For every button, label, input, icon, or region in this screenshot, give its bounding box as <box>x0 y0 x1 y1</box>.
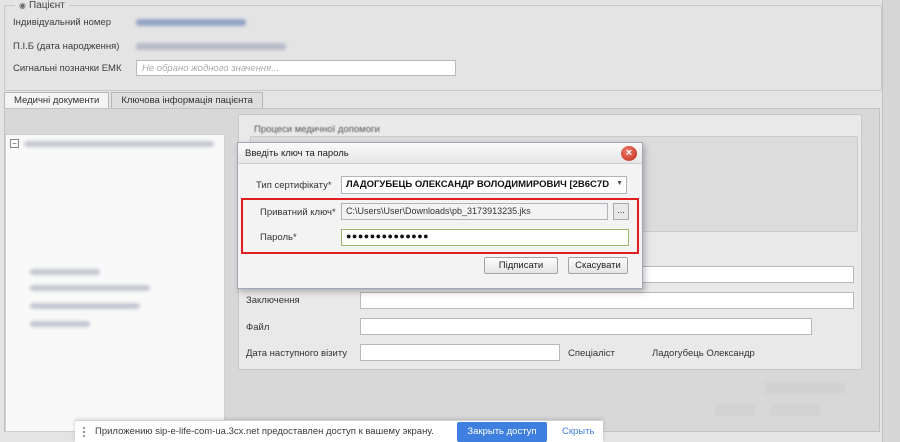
patient-group: ◉ Пацієнт Індивідуальний номер П.І.Б (да… <box>4 0 882 91</box>
tree-node[interactable] <box>30 285 150 291</box>
dialog-title: Введіть ключ та пароль <box>245 147 349 159</box>
password-input[interactable]: ●●●●●●●●●●●●●● <box>341 229 629 246</box>
ghost-action-button[interactable] <box>770 404 820 416</box>
close-icon[interactable]: × <box>621 146 637 161</box>
password-label: Пароль* <box>260 232 297 243</box>
processes-label: Процеси медичної допомоги <box>254 124 380 135</box>
conclusion-input[interactable] <box>360 292 854 309</box>
drag-handle-icon[interactable] <box>83 426 87 437</box>
stop-sharing-button[interactable]: Закрыть доступ <box>457 422 547 442</box>
window-scrollbar[interactable] <box>882 0 900 442</box>
documents-tree[interactable]: − <box>5 134 225 432</box>
signal-marks-row: Сигнальні позначки ЕМК Не обрано жодного… <box>13 60 456 76</box>
ghost-action-button[interactable] <box>715 404 755 416</box>
tree-node[interactable] <box>30 303 140 309</box>
tab-medical-documents[interactable]: Медичні документи <box>4 92 110 109</box>
specialist-label: Спеціаліст <box>568 348 615 359</box>
sign-button[interactable]: Підписати <box>484 257 558 274</box>
chevron-down-icon[interactable]: ▼ <box>616 180 623 187</box>
patient-legend[interactable]: ◉ Пацієнт <box>15 0 69 11</box>
tree-node[interactable] <box>30 269 100 275</box>
collapse-icon[interactable]: ◉ <box>19 1 26 10</box>
signal-marks-input[interactable]: Не обрано жодного значення... <box>136 60 456 76</box>
hide-link[interactable]: Скрыть <box>562 426 594 437</box>
specialist-value: Ладогубець Олександр <box>652 348 755 359</box>
ghost-action-button[interactable] <box>765 382 845 394</box>
app-window: ◉ Пацієнт Індивідуальний номер П.І.Б (да… <box>0 0 900 442</box>
cert-type-label: Тип сертифікату* <box>256 180 332 191</box>
dialog-header: Введіть ключ та пароль <box>238 143 642 164</box>
file-label: Файл <box>246 322 270 333</box>
conclusion-label: Заключення <box>246 295 300 306</box>
screen-share-notification: Приложению sip-e-life-com-ua.3cx.net пре… <box>75 420 603 442</box>
tree-expand-icon[interactable]: − <box>10 139 19 148</box>
file-input[interactable] <box>360 318 812 335</box>
private-key-label: Приватний ключ* <box>260 207 336 218</box>
individual-number-label: Індивідуальний номер <box>13 17 111 28</box>
next-visit-input[interactable] <box>360 344 560 361</box>
full-name-value <box>136 43 286 50</box>
signal-marks-label: Сигнальні позначки ЕМК <box>13 62 122 74</box>
tab-bar: Медичні документи Ключова інформація пац… <box>4 92 265 109</box>
private-key-input[interactable]: C:\Users\User\Downloads\pb_3173913235.jk… <box>341 203 608 220</box>
notification-text: Приложению sip-e-life-com-ua.3cx.net пре… <box>95 426 434 437</box>
browse-button[interactable]: ... <box>613 203 629 220</box>
full-name-row: П.І.Б (дата народження) <box>13 41 286 52</box>
cert-type-select[interactable]: ЛАДОГУБЕЦЬ ОЛЕКСАНДР ВОЛОДИМИРОВИЧ [2B6C… <box>341 176 627 194</box>
individual-number-row: Індивідуальний номер <box>13 17 246 28</box>
patient-legend-label: Пацієнт <box>28 0 65 11</box>
key-password-dialog: Введіть ключ та пароль × Тип сертифікату… <box>237 142 643 289</box>
tree-node[interactable] <box>24 141 214 147</box>
individual-number-value[interactable] <box>136 19 246 26</box>
cancel-button[interactable]: Скасувати <box>568 257 628 274</box>
cert-type-value: ЛАДОГУБЕЦЬ ОЛЕКСАНДР ВОЛОДИМИРОВИЧ [2B6C… <box>346 179 610 190</box>
full-name-label: П.І.Б (дата народження) <box>13 41 120 52</box>
tree-node[interactable] <box>30 321 90 327</box>
next-visit-label: Дата наступного візиту <box>246 348 348 359</box>
tab-key-patient-info[interactable]: Ключова інформація пацієнта <box>111 92 263 109</box>
